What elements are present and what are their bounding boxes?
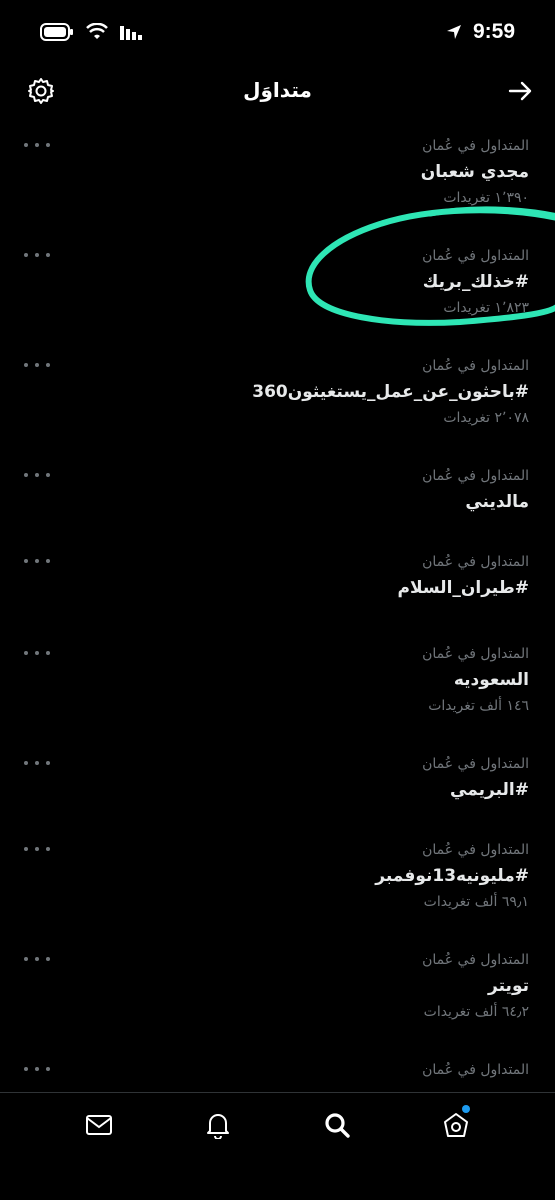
trend-item[interactable]: المتداول في عُمان #البريمي [0, 746, 555, 832]
tab-communities[interactable] [436, 1105, 476, 1145]
battery-icon [40, 23, 73, 41]
trends-list: المتداول في عُمان مجدي شعبان ١٬٣٩٠ تغريد… [0, 128, 555, 1162]
status-bar: 9:59 [0, 0, 555, 64]
more-options-button[interactable] [24, 840, 50, 858]
trend-count: ١٬٨٢٣ تغريدات [443, 300, 529, 316]
trend-name: #باحثون_عن_عمل_يستغيثون360 [252, 382, 529, 402]
trend-name: #خذلك_بريك [422, 272, 529, 292]
trend-count: ١٤٦ ألف تغريدات [428, 698, 529, 714]
trend-count: ١٬٣٩٠ تغريدات [443, 190, 529, 206]
trend-item[interactable]: المتداول في عُمان السعوديه ١٤٦ ألف تغريد… [0, 636, 555, 746]
more-options-button[interactable] [24, 950, 50, 968]
trend-name: مالديني [465, 492, 529, 512]
trend-item[interactable]: المتداول في عُمان مجدي شعبان ١٬٣٩٠ تغريد… [0, 128, 555, 238]
trend-count: ٢٬٠٧٨ تغريدات [443, 410, 529, 426]
status-icons [40, 23, 144, 41]
more-options-button[interactable] [24, 644, 50, 662]
trend-context: المتداول في عُمان [422, 1062, 529, 1078]
trend-item[interactable]: المتداول في عُمان تويتر ٦٤٫٢ ألف تغريدات [0, 942, 555, 1052]
trend-name: #طيران_السلام [397, 578, 529, 598]
notification-dot [461, 1105, 470, 1113]
nav-bar: متداوَل [0, 64, 555, 116]
community-home-icon [443, 1113, 468, 1137]
more-options-button[interactable] [24, 136, 50, 154]
trend-context: المتداول في عُمان [422, 554, 529, 570]
status-time-group: 9:59 [445, 20, 515, 44]
back-button[interactable] [505, 76, 535, 106]
trend-item[interactable]: المتداول في عُمان #باحثون_عن_عمل_يستغيثو… [0, 348, 555, 458]
trend-context: المتداول في عُمان [422, 646, 529, 662]
tab-notifications[interactable] [198, 1105, 238, 1145]
tab-bar [0, 1092, 555, 1200]
more-options-button[interactable] [24, 466, 50, 484]
tab-search[interactable] [317, 1105, 357, 1145]
arrow-right-icon [508, 81, 532, 101]
settings-button[interactable] [26, 76, 56, 106]
more-options-button[interactable] [24, 246, 50, 264]
trend-count: ٦٩٫١ ألف تغريدات [423, 894, 529, 910]
gear-icon [28, 78, 54, 104]
trend-item[interactable]: المتداول في عُمان مالديني [0, 458, 555, 544]
envelope-icon [86, 1115, 113, 1135]
trend-item[interactable]: المتداول في عُمان #مليونيه13نوفمبر ٦٩٫١ … [0, 832, 555, 942]
more-options-button[interactable] [24, 552, 50, 570]
trend-count: ٦٤٫٢ ألف تغريدات [423, 1004, 529, 1020]
status-time: 9:59 [472, 20, 515, 43]
trend-context: المتداول في عُمان [422, 358, 529, 374]
trend-item[interactable]: المتداول في عُمان #خذلك_بريك ١٬٨٢٣ تغريد… [0, 238, 555, 348]
trend-name: تويتر [488, 976, 529, 996]
trend-context: المتداول في عُمان [422, 842, 529, 858]
tab-messages[interactable] [79, 1105, 119, 1145]
trend-context: المتداول في عُمان [422, 138, 529, 154]
wifi-icon [86, 23, 108, 39]
location-arrow-icon [446, 25, 461, 39]
trend-item[interactable]: المتداول في عُمان #طيران_السلام [0, 544, 555, 636]
page-title: متداوَل [243, 78, 312, 102]
bell-icon [207, 1114, 230, 1139]
trend-name: السعوديه [453, 670, 529, 690]
more-options-button[interactable] [24, 1060, 50, 1078]
more-options-button[interactable] [24, 754, 50, 772]
trend-name: مجدي شعبان [420, 162, 529, 182]
trend-context: المتداول في عُمان [422, 756, 529, 772]
trend-name: #مليونيه13نوفمبر [375, 866, 529, 886]
trend-context: المتداول في عُمان [422, 468, 529, 484]
more-options-button[interactable] [24, 356, 50, 374]
trend-context: المتداول في عُمان [422, 952, 529, 968]
search-icon [325, 1113, 350, 1138]
trend-context: المتداول في عُمان [422, 248, 529, 264]
cellular-signal-icon [120, 26, 142, 40]
trend-name: #البريمي [450, 780, 529, 800]
